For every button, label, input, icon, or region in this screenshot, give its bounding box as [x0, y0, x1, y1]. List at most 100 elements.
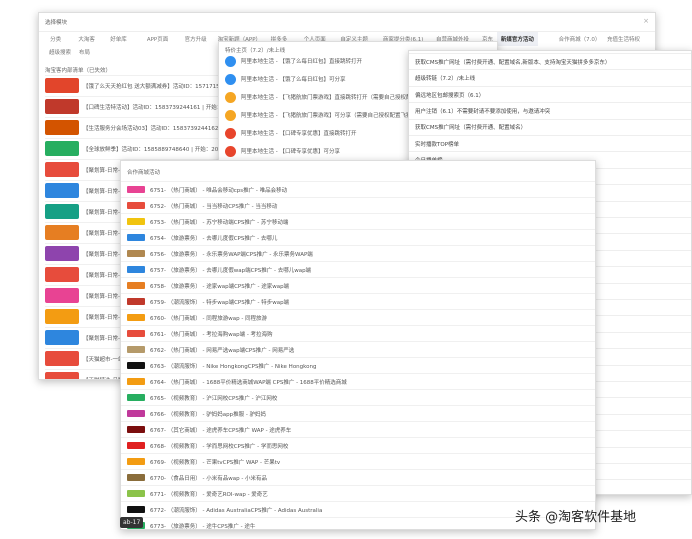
activity-thumbnail — [45, 330, 79, 345]
mall-logo-icon — [127, 506, 145, 513]
tab-item[interactable]: 官方升级 — [181, 32, 211, 46]
list-item[interactable]: 6756- （旅游票务） - 永乐票务WAP端CPS推广 - 永乐票务WAP端 — [121, 245, 595, 261]
mall-logo-icon — [127, 202, 145, 209]
list-item[interactable]: 6760- （热门商城） - 同程旅游wap - 同程旅游 — [121, 309, 595, 325]
activity-thumbnail — [45, 246, 79, 261]
item-label: 实时播款TOP榜单 — [415, 141, 460, 148]
list-item[interactable]: 6768- （视频教育） - 学而思网校CPS推广 - 学而思网校 — [121, 437, 595, 453]
partner-mall-panel: 合作商城活动 6751- （热门商城） - 唯品会移动cps推广 - 唯品会移动… — [120, 160, 596, 530]
list-item[interactable]: 6758- （旅游票务） - 途家wap端CPS推广 - 途家wap端 — [121, 277, 595, 293]
tab-item[interactable]: 升级 — [653, 32, 655, 46]
item-label: 6771- （视频教育） - 爱奇艺ROI-wap - 爱奇艺 — [150, 491, 268, 498]
panel-title: 合作商城活动 — [127, 170, 161, 176]
tab-item[interactable]: 布局 — [75, 45, 94, 59]
item-label: 6765- （视频教育） - 沪江网校CPS推广 - 沪江网校 — [150, 395, 278, 402]
list-item[interactable]: 6759- （潮流服饰） - 特步wap端CPS推广 - 特步wap端 — [121, 293, 595, 309]
list-item[interactable]: 阿里本地生活 - 【饿了么每日红包】直接跳转打开 — [225, 52, 362, 70]
mall-logo-icon — [127, 218, 145, 225]
item-label: 6758- （旅游票务） - 途家wap端CPS推广 - 途家wap端 — [150, 283, 290, 290]
list-item[interactable]: 6769- （视频教育） - 芒果tvCPS推广 WAP - 芒果tv — [121, 453, 595, 469]
item-label: 6761- （热门商城） - 考拉海购wap端 - 考拉海购 — [150, 331, 273, 338]
list-item[interactable]: 偏远地区包邮搜索页（6.1） — [409, 85, 691, 103]
list-item[interactable]: 6761- （热门商城） - 考拉海购wap端 - 考拉海购 — [121, 325, 595, 341]
mall-logo-icon — [127, 474, 145, 481]
mall-logo-icon — [127, 186, 145, 193]
list-item[interactable]: 用户注销（6.1）不需要封请不要添加使用，与邀请冲突 — [409, 102, 691, 119]
item-label: 6763- （潮流服饰） - Nike HongkongCPS推广 - Nike… — [150, 363, 317, 370]
mall-logo-icon — [127, 282, 145, 289]
watermark: 头条 @淘客软件基地 — [515, 510, 637, 525]
activity-thumbnail — [45, 225, 79, 240]
item-label: 6769- （视频教育） - 芒果tvCPS推广 WAP - 芒果tv — [150, 459, 281, 466]
list-item[interactable]: 6762- （热门商城） - 网易严选wap端CPS推广 - 网易严选 — [121, 341, 595, 357]
tab-item[interactable]: 超级搜索 — [45, 45, 75, 59]
list-item[interactable]: 6754- （旅游票务） - 去哪儿度假CPS推广 - 去哪儿 — [121, 229, 595, 245]
list-item[interactable]: 阿里本地生活 - 【飞猪航旅门票游戏】可分享（需要自己授权配置飞猪） — [225, 106, 417, 124]
list-item[interactable]: 6752- （热门商城） - 当当移动CPS推广 - 当当移动 — [121, 197, 595, 213]
item-label: 6753- （热门商城） - 苏宁移动端CPS推广 - 苏宁移动端 — [150, 219, 289, 226]
item-label: 6764- （热门商城） - 1688平价精选商城WAP端 CPS推广 - 16… — [150, 379, 347, 386]
activity-thumbnail — [45, 204, 79, 219]
item-label: 阿里本地生活 - 【飞猪航旅门票游戏】直接跳转打开（需要自己授权配置飞猪） — [241, 95, 434, 101]
list-item[interactable]: 6765- （视频教育） - 沪江网校CPS推广 - 沪江网校 — [121, 389, 595, 405]
list-item[interactable]: 6763- （潮流服饰） - Nike HongkongCPS推广 - Nike… — [121, 357, 595, 373]
list-item[interactable]: 6771- （视频教育） - 爱奇艺ROI-wap - 爱奇艺 — [121, 485, 595, 501]
activity-thumbnail — [45, 288, 79, 303]
tab-item[interactable]: 好单库 — [106, 32, 131, 46]
list-item[interactable]: 6766- （视频教育） - 驴妈妈app推服 - 驴妈妈 — [121, 405, 595, 421]
list-item[interactable]: 获取CMS推广网址（需付费开通、配置域名,新版本、支持淘宝天猫拼多多京东） — [409, 53, 691, 70]
app-logo-icon — [225, 145, 236, 157]
app-logo-icon — [225, 127, 236, 139]
mall-logo-icon — [127, 442, 145, 449]
app-logo-icon — [225, 91, 236, 103]
mall-logo-icon — [127, 394, 145, 401]
item-label: 获取CMS推广网址（需付费开通、配置域名） — [415, 125, 527, 132]
mall-logo-icon — [127, 490, 145, 497]
list-item[interactable]: 阿里本地生活 - 【口碑专享优惠】可分享 — [225, 142, 340, 160]
close-icon[interactable]: × — [643, 17, 649, 25]
list-item[interactable]: 实时播款TOP榜单 — [409, 135, 691, 152]
mall-logo-icon — [127, 426, 145, 433]
tooltip: ab-17 — [120, 517, 144, 528]
dialog-title: 选择模块 — [45, 20, 68, 26]
list-item[interactable]: 6770- （食品日用） - 小米有品wap - 小米有品 — [121, 469, 595, 485]
mall-logo-icon — [127, 458, 145, 465]
mall-logo-icon — [127, 346, 145, 353]
item-label: 6759- （潮流服饰） - 特步wap端CPS推广 - 特步wap端 — [150, 299, 290, 306]
activity-thumbnail — [45, 78, 79, 93]
item-label: 6772- （潮流服饰） - Adidas AustraliaCPS推广 - A… — [150, 507, 323, 514]
tab-item[interactable]: 新媒官方活动 — [496, 32, 538, 46]
item-label: 阿里本地生活 - 【口碑专享优惠】直接跳转打开 — [241, 131, 357, 137]
module-tabs: 分类 大淘客 好单库 APP页面 官方升级 淘宝新题（APP） 拼多多 个人页面 自定义主题 商家… — [39, 31, 655, 56]
list-item[interactable]: 6764- （热门商城） - 1688平价精选商城WAP端 CPS推广 - 16… — [121, 373, 595, 389]
list-item[interactable]: 6751- （热门商城） - 唯品会移动cps推广 - 唯品会移动 — [121, 181, 595, 197]
item-label: 6766- （视频教育） - 驴妈妈app推服 - 驴妈妈 — [150, 411, 267, 418]
item-label: 6757- （旅游票务） - 去哪儿度假wap端CPS推广 - 去哪儿wap端 — [150, 267, 312, 274]
list-item[interactable]: 6757- （旅游票务） - 去哪儿度假wap端CPS推广 - 去哪儿wap端 — [121, 261, 595, 277]
list-item[interactable]: 超级转链（7.2）/未上线 — [409, 69, 691, 86]
item-label: 6751- （热门商城） - 唯品会移动cps推广 - 唯品会移动 — [150, 187, 288, 194]
app-logo-icon — [225, 109, 236, 121]
list-item[interactable]: 阿里本地生活 - 【口碑专享优惠】直接跳转打开 — [225, 124, 356, 142]
activity-thumbnail — [45, 309, 79, 324]
list-header: 淘宝客内部清单（已失效） — [45, 68, 112, 74]
item-label: 阿里本地生活 - 【飞猪航旅门票游戏】可分享（需要自己授权配置飞猪） — [241, 113, 417, 119]
list-item[interactable]: 获取CMS推广网址（需付费开通、配置域名） — [409, 118, 691, 136]
tab-item[interactable]: 分类 — [46, 32, 65, 46]
tab-item[interactable]: APP页面 — [143, 32, 172, 46]
tab-item[interactable]: 合作商城（7.0） — [555, 32, 605, 46]
item-label: 6767- （其它商城） - 途虎养车CPS推广 WAP - 途虎养车 — [150, 427, 292, 434]
item-label: 用户注销（6.1）不需要封请不要添加使用，与邀请冲突 — [415, 108, 551, 115]
list-item[interactable]: 6767- （其它商城） - 途虎养车CPS推广 WAP - 途虎养车 — [121, 421, 595, 437]
item-label: 【天猫精选-品牌 — [83, 376, 124, 380]
list-item[interactable]: 6753- （热门商城） - 苏宁移动端CPS推广 - 苏宁移动端 — [121, 213, 595, 229]
tab-item[interactable]: 充值生活特权 — [603, 32, 644, 46]
list-item[interactable]: 阿里本地生活 - 【飞猪航旅门票游戏】直接跳转打开（需要自己授权配置飞猪） — [225, 88, 433, 106]
activity-thumbnail — [45, 141, 79, 156]
tab-item[interactable]: 大淘客 — [74, 32, 99, 46]
app-logo-icon — [225, 73, 236, 85]
mall-logo-icon — [127, 314, 145, 321]
item-label: 6756- （旅游票务） - 永乐票务WAP端CPS推广 - 永乐票务WAP端 — [150, 251, 313, 258]
list-item[interactable]: 阿里本地生活 - 【饿了么每日红包】可分享 — [225, 70, 345, 88]
item-label: 【生活服务分会场活动03】活动ID：1583739244162 | 开始： — [83, 125, 241, 132]
